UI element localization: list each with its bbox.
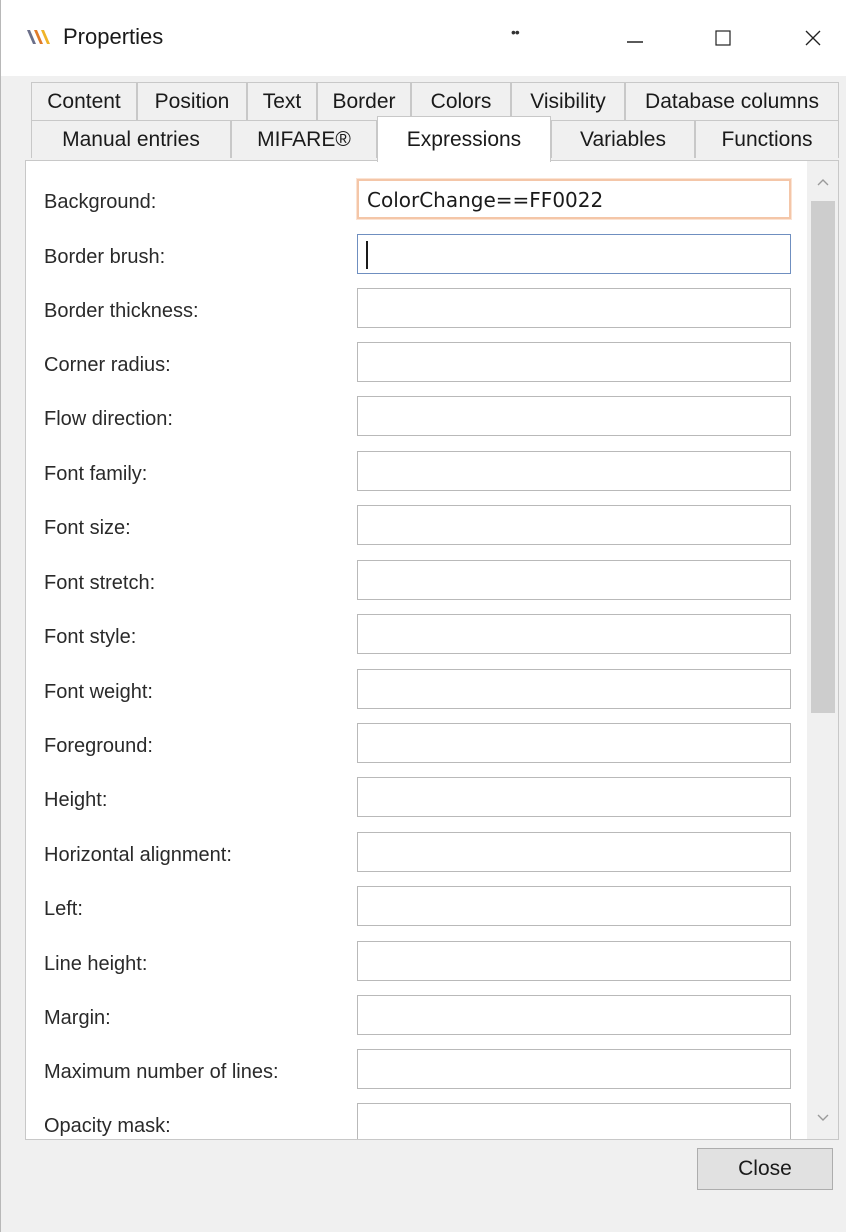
field-row: Background: ColorChange==FF0022 [26, 179, 806, 233]
font-style-expression-input[interactable] [357, 614, 791, 654]
tab-strip: Content Position Text Border Colors Visi… [1, 76, 846, 162]
field-row: Foreground: [26, 723, 806, 777]
tab-functions[interactable]: Functions [695, 120, 839, 158]
left-expression-input[interactable] [357, 886, 791, 926]
chevron-down-icon [817, 1114, 828, 1121]
font-stretch-expression-input[interactable] [357, 560, 791, 600]
field-row: Border brush: [26, 234, 806, 288]
font-size-expression-input[interactable] [357, 505, 791, 545]
window-close-button[interactable] [791, 18, 835, 58]
field-label: Maximum number of lines: [44, 1061, 279, 1083]
field-label: Opacity mask: [44, 1115, 171, 1137]
field-label: Corner radius: [44, 354, 171, 376]
height-expression-input[interactable] [357, 777, 791, 817]
tab-variables[interactable]: Variables [551, 120, 695, 158]
field-row: Maximum number of lines: [26, 1049, 806, 1103]
field-label: Font size: [44, 517, 131, 539]
tab-content[interactable]: Content [31, 82, 137, 120]
flow-direction-expression-input[interactable] [357, 396, 791, 436]
grip-icon: •• [511, 24, 520, 40]
field-row: Font family: [26, 451, 806, 505]
field-row: Line height: [26, 941, 806, 995]
field-label: Margin: [44, 1007, 111, 1029]
app-logo-icon [27, 30, 50, 44]
field-row: Left: [26, 886, 806, 940]
tab-expressions[interactable]: Expressions [377, 116, 551, 162]
scrollbar-thumb[interactable] [811, 201, 835, 713]
font-weight-expression-input[interactable] [357, 669, 791, 709]
horizontal-alignment-expression-input[interactable] [357, 832, 791, 872]
field-label: Horizontal alignment: [44, 844, 232, 866]
vertical-scrollbar[interactable] [807, 161, 838, 1139]
background-expression-input[interactable]: ColorChange==FF0022 [357, 179, 791, 219]
field-row: Font stretch: [26, 560, 806, 614]
maximize-button[interactable] [701, 18, 745, 58]
field-row: Font style: [26, 614, 806, 668]
tab-mifare[interactable]: MIFARE® [231, 120, 377, 158]
properties-window: Properties •• Content Position Text Bord… [0, 0, 846, 1232]
field-label: Font weight: [44, 681, 153, 703]
border-thickness-expression-input[interactable] [357, 288, 791, 328]
tab-database-columns[interactable]: Database columns [625, 82, 839, 120]
tab-colors[interactable]: Colors [411, 82, 511, 120]
foreground-expression-input[interactable] [357, 723, 791, 763]
scroll-down-button[interactable] [807, 1101, 838, 1135]
field-label: Height: [44, 789, 108, 811]
field-row: Flow direction: [26, 396, 806, 450]
close-icon [805, 30, 821, 46]
maximum-lines-expression-input[interactable] [357, 1049, 791, 1089]
title-bar[interactable]: Properties •• [1, 0, 846, 76]
opacity-mask-expression-input[interactable] [357, 1103, 791, 1139]
field-row: Font weight: [26, 669, 806, 723]
text-caret [366, 241, 368, 269]
tab-visibility[interactable]: Visibility [511, 82, 625, 120]
window-title: Properties [63, 24, 164, 49]
field-row: Height: [26, 777, 806, 831]
margin-expression-input[interactable] [357, 995, 791, 1035]
dialog-footer: Close [1, 1140, 846, 1232]
expressions-panel: Background: ColorChange==FF0022 Border b… [25, 160, 839, 1140]
scroll-up-button[interactable] [807, 165, 838, 199]
field-label: Flow direction: [44, 408, 173, 430]
field-label: Foreground: [44, 735, 153, 757]
border-brush-expression-input[interactable] [357, 234, 791, 274]
tab-position[interactable]: Position [137, 82, 247, 120]
field-label: Font style: [44, 626, 137, 648]
close-button[interactable]: Close [697, 1148, 833, 1190]
tab-border[interactable]: Border [317, 82, 411, 120]
field-row: Horizontal alignment: [26, 832, 806, 886]
field-row: Opacity mask: [26, 1103, 806, 1139]
field-label: Font stretch: [44, 572, 156, 594]
tab-text[interactable]: Text [247, 82, 317, 120]
line-height-expression-input[interactable] [357, 941, 791, 981]
font-family-expression-input[interactable] [357, 451, 791, 491]
minimize-button[interactable] [613, 18, 657, 58]
field-label: Font family: [44, 463, 148, 485]
field-label: Line height: [44, 953, 148, 975]
corner-radius-expression-input[interactable] [357, 342, 791, 382]
field-label: Border thickness: [44, 300, 199, 322]
maximize-icon [715, 30, 731, 46]
field-row: Margin: [26, 995, 806, 1049]
field-row: Border thickness: [26, 288, 806, 342]
minimize-icon [627, 41, 643, 43]
field-row: Corner radius: [26, 342, 806, 396]
field-label: Left: [44, 898, 83, 920]
field-row: Font size: [26, 505, 806, 559]
tab-manual-entries[interactable]: Manual entries [31, 120, 231, 158]
field-label: Border brush: [44, 246, 166, 268]
field-label: Background: [44, 191, 157, 213]
chevron-up-icon [817, 179, 828, 186]
